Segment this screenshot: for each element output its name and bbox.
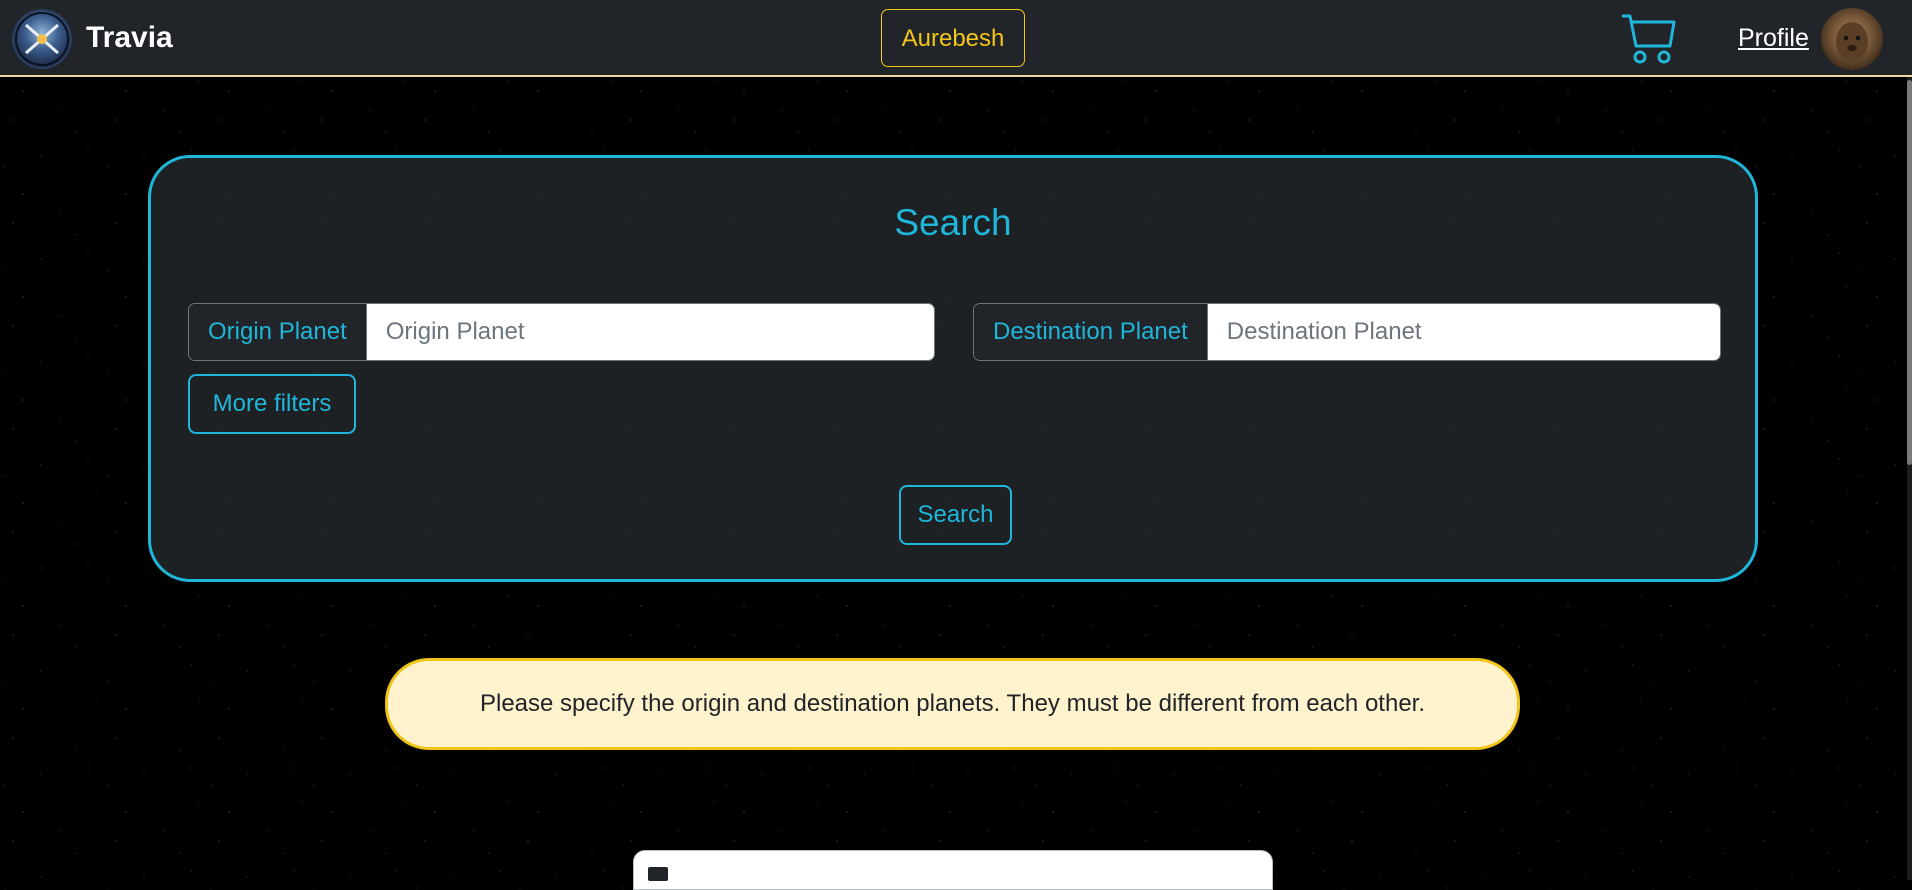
- travia-logo[interactable]: [12, 9, 72, 69]
- destination-planet-input[interactable]: [1207, 304, 1720, 360]
- origin-planet-group: Origin Planet: [188, 303, 935, 361]
- cart-icon[interactable]: [1620, 12, 1676, 66]
- profile-link[interactable]: Profile: [1738, 24, 1809, 53]
- more-filters-button[interactable]: More filters: [188, 374, 356, 434]
- avatar[interactable]: [1821, 8, 1883, 70]
- search-title: Search: [894, 202, 1012, 243]
- scrollbar-thumb[interactable]: [1907, 80, 1912, 465]
- search-submit-button[interactable]: Search: [899, 485, 1012, 545]
- brand-name[interactable]: Travia: [86, 21, 173, 55]
- search-panel: Search Origin Planet Destination Planet …: [148, 155, 1758, 582]
- origin-planet-label: Origin Planet: [189, 304, 367, 360]
- wookiee-avatar-icon: [1836, 22, 1868, 62]
- top-navbar: Travia Aurebesh Profile: [0, 0, 1912, 77]
- destination-planet-group: Destination Planet: [973, 303, 1721, 361]
- result-thumbnail: [648, 867, 668, 881]
- aurebesh-toggle-button[interactable]: Aurebesh: [881, 9, 1025, 67]
- starfighter-emblem-icon: [15, 12, 69, 66]
- destination-planet-label: Destination Planet: [974, 304, 1208, 360]
- validation-alert: Please specify the origin and destinatio…: [385, 658, 1520, 750]
- results-card: [633, 850, 1273, 890]
- origin-planet-input[interactable]: [366, 304, 934, 360]
